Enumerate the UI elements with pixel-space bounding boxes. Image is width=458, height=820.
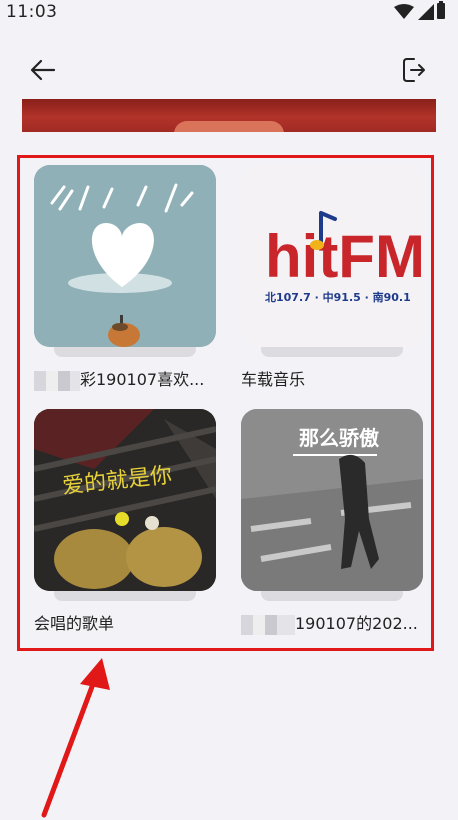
cellular-signal-icon bbox=[418, 4, 434, 20]
wifi-icon bbox=[394, 4, 414, 19]
arrow-left-icon[interactable] bbox=[28, 56, 60, 84]
banner-button[interactable] bbox=[174, 121, 284, 132]
battery-icon bbox=[437, 1, 445, 19]
exit-icon[interactable] bbox=[398, 54, 430, 86]
status-bar: 11:03 bbox=[0, 0, 458, 26]
banner[interactable] bbox=[22, 99, 436, 132]
status-time: 11:03 bbox=[6, 2, 58, 22]
highlight-box bbox=[17, 155, 434, 651]
annotation-arrow bbox=[41, 658, 110, 818]
